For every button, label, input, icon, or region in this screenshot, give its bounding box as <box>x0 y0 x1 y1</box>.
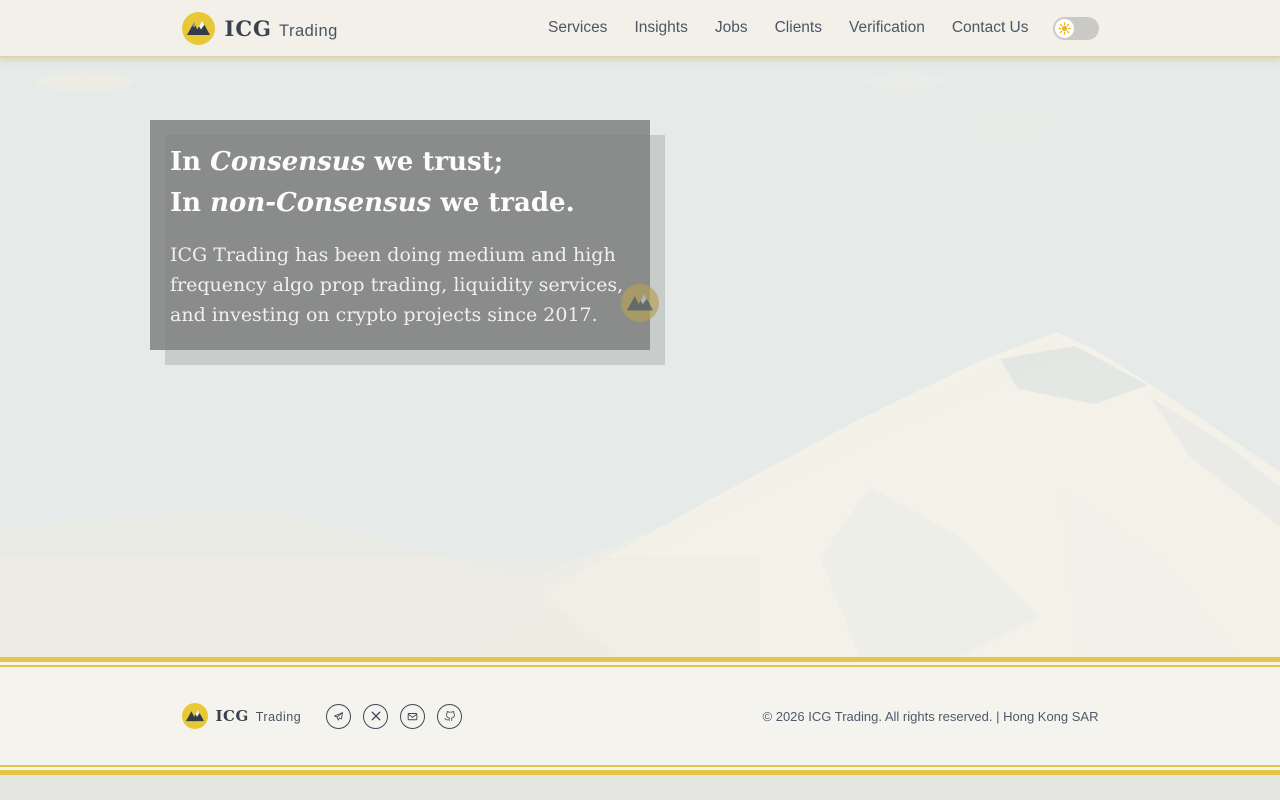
theme-toggle[interactable] <box>1052 16 1099 40</box>
theme-toggle-knob <box>1054 18 1074 38</box>
social-links <box>326 703 463 729</box>
hero-heading: In Consensus we trust; In non-Consensus … <box>170 142 630 224</box>
nav-item-verification[interactable]: Verification <box>849 19 925 37</box>
nav-item-services[interactable]: Services <box>548 19 607 37</box>
page-bottom-strip <box>0 775 1280 800</box>
hero-section: In Consensus we trust; In non-Consensus … <box>0 57 1280 657</box>
brand-name-primary: ICG <box>224 15 272 41</box>
social-github-button[interactable] <box>437 703 463 729</box>
x-twitter-icon <box>371 711 381 721</box>
email-icon <box>407 712 418 720</box>
nav-item-contact-us[interactable]: Contact Us <box>952 19 1029 37</box>
hero-heading-line1: In Consensus we trust; <box>170 147 504 177</box>
brand-logo[interactable]: ICG Trading <box>181 11 338 45</box>
icg-logo-icon <box>181 703 208 729</box>
nav-item-clients[interactable]: Clients <box>775 19 822 37</box>
hero-heading-line2: In non-Consensus we trade. <box>170 188 575 218</box>
nav-item-insights[interactable]: Insights <box>634 19 687 37</box>
footer-bottom-divider <box>0 765 1280 775</box>
social-telegram-button[interactable] <box>326 703 352 729</box>
icg-logo-icon <box>181 11 215 45</box>
sun-icon <box>1057 21 1071 35</box>
copyright-text: © 2026 ICG Trading. All rights reserved.… <box>762 708 1099 724</box>
brand-name-primary: ICG <box>215 707 249 725</box>
nav-item-jobs[interactable]: Jobs <box>715 19 748 37</box>
brand-name-secondary: Trading <box>278 21 338 40</box>
main-nav: Services Insights Jobs Clients Verificat… <box>548 19 1029 37</box>
hero-description: ICG Trading has been doing medium and hi… <box>170 244 624 326</box>
footer-brand-logo[interactable]: ICG Trading <box>181 703 302 729</box>
telegram-icon <box>334 711 344 721</box>
footer: ICG Trading © 2026 ICG Trading. All righ… <box>0 667 1280 765</box>
hero-card: In Consensus we trust; In non-Consensus … <box>150 120 650 350</box>
social-email-button[interactable] <box>400 703 426 729</box>
footer-top-divider <box>0 657 1280 667</box>
github-icon <box>444 711 455 722</box>
social-x-twitter-button[interactable] <box>363 703 389 729</box>
header: ICG Trading Services Insights Jobs Clien… <box>0 0 1280 57</box>
brand-name-secondary: Trading <box>255 710 302 724</box>
icg-watermark-icon <box>621 284 659 322</box>
